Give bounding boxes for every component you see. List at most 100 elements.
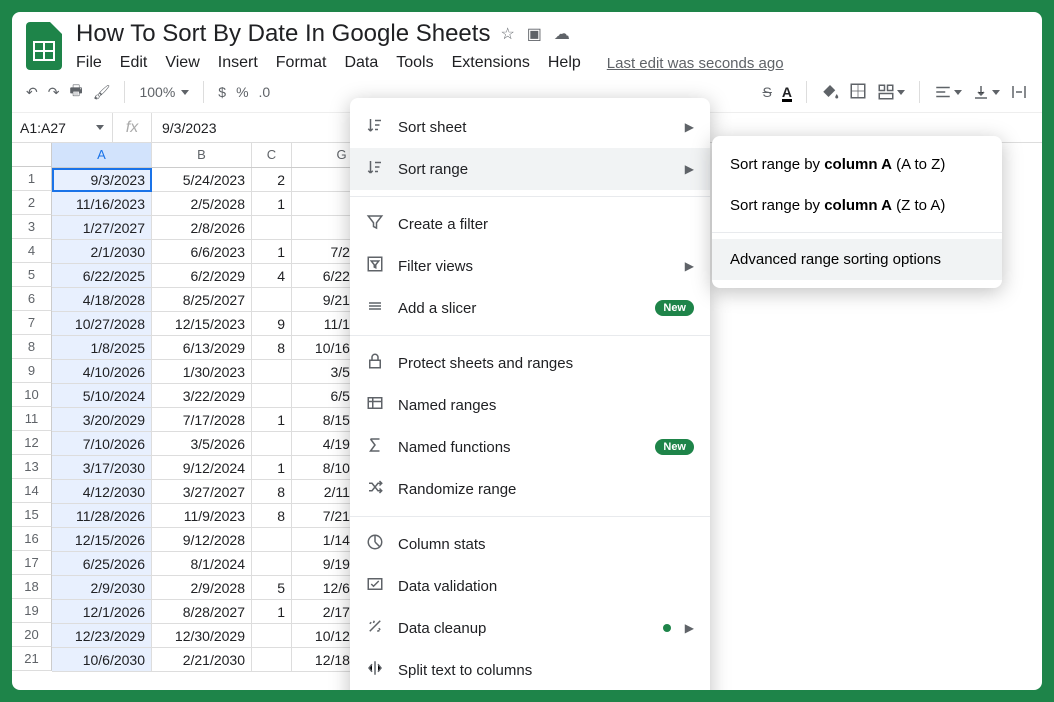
cell[interactable]: 11/28/2026 [52,504,152,528]
cell[interactable]: 1 [252,456,292,480]
col-header-C[interactable]: C [252,143,292,167]
row-header[interactable]: 10 [12,383,52,407]
row-header[interactable]: 9 [12,359,52,383]
cloud-icon[interactable]: ☁ [554,24,570,44]
cell[interactable]: 2/9/2028 [152,576,252,600]
cell[interactable]: 8/1/2024 [152,552,252,576]
cell[interactable]: 1 [252,192,292,216]
menu-item-filter-views[interactable]: Filter views▶ [350,245,710,287]
paint-format-icon[interactable]: 🖌 [93,84,111,101]
menu-item-sort-range[interactable]: Sort range▶ [350,148,710,190]
cell[interactable]: 5/10/2024 [52,384,152,408]
last-edit-link[interactable]: Last edit was seconds ago [607,55,784,72]
menu-insert[interactable]: Insert [218,54,258,72]
row-header[interactable]: 11 [12,407,52,431]
print-icon[interactable]: 🖶 [69,80,82,104]
cell[interactable]: 2/1/2030 [52,240,152,264]
cell[interactable]: 12/15/2026 [52,528,152,552]
menu-item-named-functions[interactable]: Named functionsNew [350,426,710,468]
fill-color-icon[interactable] [821,82,839,103]
cell[interactable]: 8/28/2027 [152,600,252,624]
cell[interactable]: 2 [252,168,292,192]
name-box[interactable]: A1:A27 [12,113,112,142]
row-header[interactable]: 18 [12,575,52,599]
cell[interactable]: 2/8/2026 [152,216,252,240]
decimal-button[interactable]: .0 [259,84,271,100]
redo-icon[interactable]: ↷ [48,84,60,101]
sort-range-za[interactable]: Sort range by column A (Z to A) [712,185,1002,226]
zoom-dropdown[interactable]: 100% [139,84,189,100]
advanced-range-sorting[interactable]: Advanced range sorting options [712,239,1002,280]
cell[interactable]: 5 [252,576,292,600]
menu-format[interactable]: Format [276,54,327,72]
row-header[interactable]: 15 [12,503,52,527]
cell[interactable]: 12/1/2026 [52,600,152,624]
cell[interactable] [252,360,292,384]
cell[interactable] [252,288,292,312]
select-all-corner[interactable] [12,143,52,167]
sheets-logo-icon[interactable] [24,21,64,71]
valign-icon[interactable] [972,83,1000,101]
cell[interactable]: 8 [252,336,292,360]
row-header[interactable]: 14 [12,479,52,503]
currency-button[interactable]: $ [218,84,226,100]
menu-item-create-a-filter[interactable]: Create a filter [350,203,710,245]
cell[interactable]: 2/9/2030 [52,576,152,600]
cell[interactable]: 9/12/2024 [152,456,252,480]
star-icon[interactable]: ☆ [500,24,514,44]
cell[interactable]: 6/22/2025 [52,264,152,288]
row-header[interactable]: 6 [12,287,52,311]
menu-item-split-text-to-columns[interactable]: Split text to columns [350,649,710,690]
menu-item-data-validation[interactable]: Data validation [350,565,710,607]
undo-icon[interactable]: ↶ [26,84,38,101]
row-header[interactable]: 1 [12,167,52,191]
row-header[interactable]: 8 [12,335,52,359]
borders-icon[interactable] [849,82,867,103]
cell[interactable] [252,216,292,240]
cell[interactable]: 2/5/2028 [152,192,252,216]
col-header-B[interactable]: B [152,143,252,167]
menu-data[interactable]: Data [344,54,378,72]
menu-item-add-a-slicer[interactable]: Add a slicerNew [350,287,710,329]
cell[interactable]: 1 [252,408,292,432]
menu-extensions[interactable]: Extensions [452,54,530,72]
cell[interactable]: 3/27/2027 [152,480,252,504]
cell[interactable] [252,552,292,576]
cell[interactable]: 8/25/2027 [152,288,252,312]
cell[interactable] [252,528,292,552]
cell[interactable]: 11/16/2023 [52,192,152,216]
row-header[interactable]: 3 [12,215,52,239]
menu-item-data-cleanup[interactable]: Data cleanup▶ [350,607,710,649]
formula-input[interactable]: 9/3/2023 [152,120,227,136]
cell[interactable]: 1/8/2025 [52,336,152,360]
menu-help[interactable]: Help [548,54,581,72]
cell[interactable]: 9/3/2023 [52,168,152,192]
menu-item-column-stats[interactable]: Column stats [350,523,710,565]
cell[interactable]: 1/27/2027 [52,216,152,240]
row-header[interactable]: 20 [12,623,52,647]
row-header[interactable]: 21 [12,647,52,671]
strikethrough-button[interactable]: S [763,84,772,100]
cell[interactable]: 6/13/2029 [152,336,252,360]
cell[interactable]: 4/10/2026 [52,360,152,384]
cell[interactable]: 9 [252,312,292,336]
merge-icon[interactable] [877,83,905,101]
cell[interactable]: 4 [252,264,292,288]
cell[interactable] [252,648,292,672]
cell[interactable]: 3/17/2030 [52,456,152,480]
cell[interactable]: 6/2/2029 [152,264,252,288]
row-header[interactable]: 16 [12,527,52,551]
menu-item-protect-sheets-and-ranges[interactable]: Protect sheets and ranges [350,342,710,384]
percent-button[interactable]: % [236,84,248,100]
row-header[interactable]: 7 [12,311,52,335]
menu-view[interactable]: View [165,54,199,72]
cell[interactable]: 6/6/2023 [152,240,252,264]
menu-tools[interactable]: Tools [396,54,433,72]
row-header[interactable]: 19 [12,599,52,623]
sort-range-az[interactable]: Sort range by column A (A to Z) [712,144,1002,185]
cell[interactable]: 12/30/2029 [152,624,252,648]
wrap-icon[interactable] [1010,83,1028,101]
cell[interactable]: 1 [252,240,292,264]
row-header[interactable]: 12 [12,431,52,455]
cell[interactable] [252,384,292,408]
